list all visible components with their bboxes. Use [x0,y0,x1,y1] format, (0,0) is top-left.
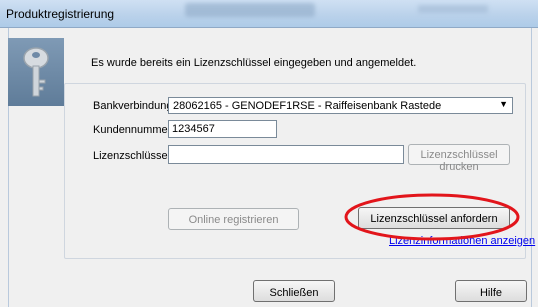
key-icon [23,47,49,97]
customer-number-value: 1234567 [172,123,215,135]
blurred-title-region [185,3,315,17]
register-online-button[interactable]: Online registrieren [168,208,299,230]
license-label: Lizenzschlüssel [93,150,171,162]
bank-select[interactable]: 28062165 - GENODEF1RSE - Raiffeisenbank … [168,97,513,114]
chevron-down-icon[interactable]: ▼ [499,99,508,109]
key-banner [8,38,64,106]
help-button[interactable]: Hilfe [455,280,527,302]
close-button[interactable]: Schließen [253,280,335,302]
bank-select-value: 28062165 - GENODEF1RSE - Raiffeisenbank … [173,100,442,112]
blurred-title-region-right [418,5,488,13]
license-info-link[interactable]: Lizenzinformationen anzeigen [389,235,535,247]
print-license-button[interactable]: Lizenzschlüssel drucken [408,144,510,173]
license-key-field[interactable] [168,145,404,164]
request-license-button[interactable]: Lizenzschlüssel anfordern [358,207,510,229]
customer-label: Kundennummer [93,124,172,136]
window-title: Produktregistrierung [6,7,115,21]
bank-label: Bankverbindung [93,100,173,112]
title-bar: Produktregistrierung [0,0,538,28]
customer-number-field[interactable]: 1234567 [168,120,277,138]
intro-text: Es wurde bereits ein Lizenzschlüssel ein… [91,57,417,69]
